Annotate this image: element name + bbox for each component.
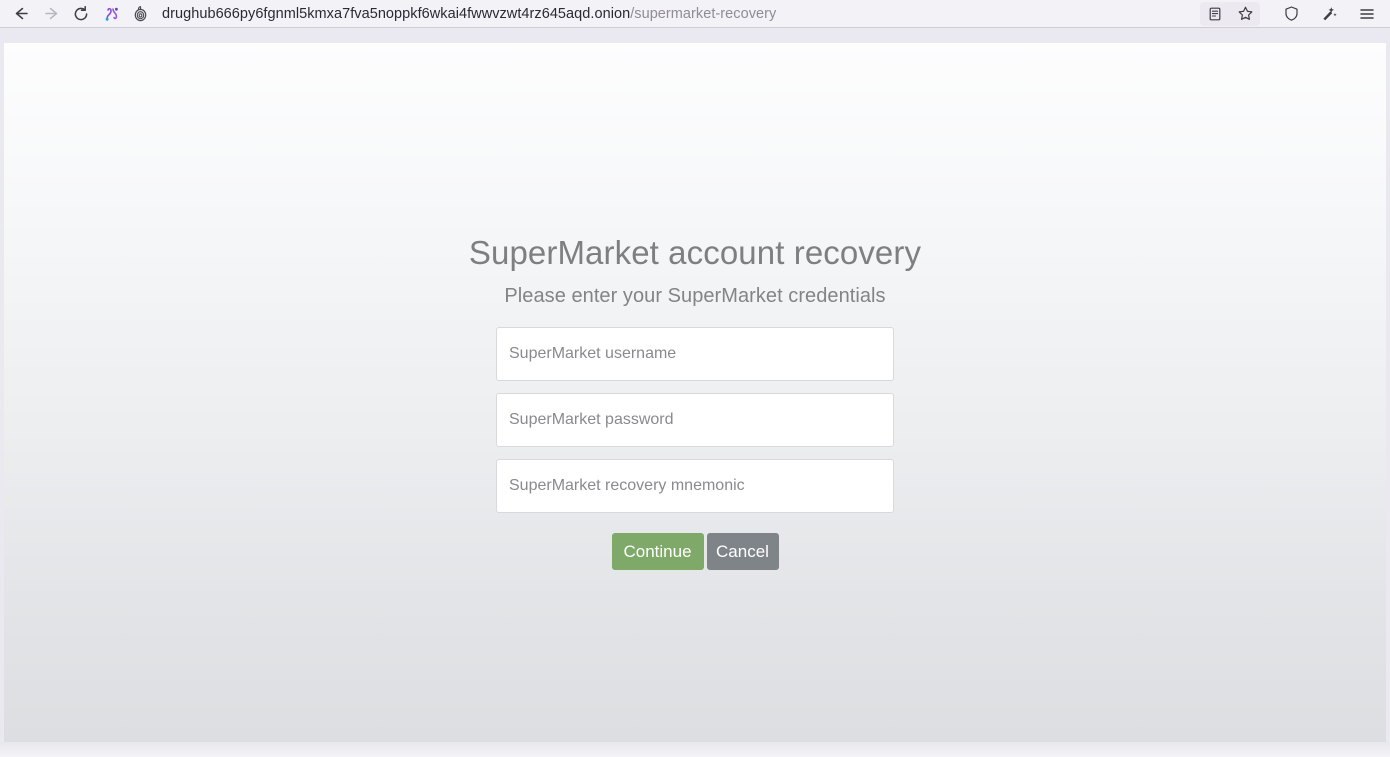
password-input[interactable] (496, 393, 894, 448)
reader-view-icon[interactable] (1200, 2, 1230, 26)
url-path: /supermarket-recovery (630, 5, 777, 22)
page-subtitle: Please enter your SuperMarket credential… (504, 285, 886, 308)
page-bottom-strip (0, 742, 1390, 757)
forward-arrow-icon (43, 5, 60, 22)
url-bar[interactable]: drughub666py6fgnml5kmxa7fva5noppkf6wkai4… (162, 1, 1200, 27)
reload-icon (72, 5, 90, 23)
mnemonic-input[interactable] (496, 459, 894, 514)
onion-site-icon[interactable] (130, 4, 150, 24)
url-host: drughub666py6fgnml5kmxa7fva5noppkf6wkai4… (162, 5, 631, 22)
form-fields (496, 308, 894, 514)
chrome-strip (0, 29, 1390, 43)
forward-button[interactable] (36, 1, 66, 27)
cancel-button[interactable]: Cancel (706, 533, 779, 571)
form-buttons: Continue Cancel (496, 525, 894, 571)
reload-button[interactable] (66, 1, 96, 27)
new-identity-icon[interactable] (1314, 2, 1344, 26)
recovery-form: SuperMarket account recovery Please ente… (4, 43, 1386, 571)
browser-window: drughub666py6fgnml5kmxa7fva5noppkf6wkai4… (0, 0, 1390, 757)
back-button[interactable] (6, 1, 36, 27)
toolbar-right-icons (1200, 1, 1382, 26)
browser-toolbar: drughub666py6fgnml5kmxa7fva5noppkf6wkai4… (0, 0, 1390, 28)
tor-status-icons (102, 4, 150, 24)
reader-bookmark-group (1200, 1, 1260, 26)
tor-circuit-icon[interactable] (102, 4, 122, 24)
page-content: SuperMarket account recovery Please ente… (4, 43, 1386, 742)
menu-icon[interactable] (1352, 2, 1382, 26)
bookmark-star-icon[interactable] (1230, 2, 1260, 26)
shield-icon[interactable] (1276, 2, 1306, 26)
username-input[interactable] (496, 327, 894, 382)
page-title: SuperMarket account recovery (468, 234, 922, 271)
back-arrow-icon (13, 5, 30, 22)
continue-button[interactable]: Continue (611, 533, 704, 571)
